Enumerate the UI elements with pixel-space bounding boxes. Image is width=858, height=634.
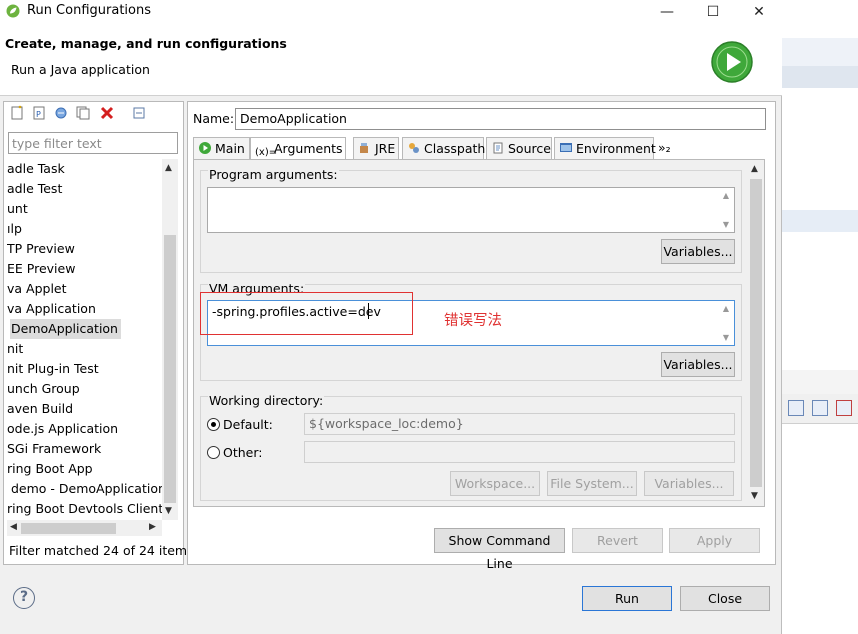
scrollbar-thumb[interactable] <box>750 179 762 487</box>
tree-item-junit[interactable]: nit <box>7 339 23 359</box>
tree-item-j2ee-preview[interactable]: EE Preview <box>7 259 75 279</box>
default-directory-field: ${workspace_loc:demo} <box>304 413 735 435</box>
tree-item-gradle-test[interactable]: adle Test <box>7 179 62 199</box>
tab-overflow[interactable]: »₂ <box>656 137 678 159</box>
run-configurations-dialog: Run Configurations — ☐ ✕ Create, manage,… <box>0 0 782 634</box>
annotation-highlight-box <box>200 292 413 335</box>
main-tab-icon <box>199 142 211 154</box>
tree-item-nodejs-application[interactable]: ode.js Application <box>7 419 118 439</box>
classpath-tab-icon <box>409 143 419 153</box>
program-arguments-textarea[interactable]: ▲ ▼ <box>207 187 735 233</box>
tab-environment[interactable]: Environment <box>554 137 656 159</box>
tab-label: Arguments <box>274 141 343 156</box>
tree-item-osgi-framework[interactable]: SGi Framework <box>7 439 101 459</box>
dialog-header <box>0 24 782 96</box>
tree-item-maven-build[interactable]: aven Build <box>7 399 73 419</box>
close-button[interactable]: Close <box>680 586 770 611</box>
ide-toolbar-icon <box>836 400 852 416</box>
window-title: Run Configurations <box>27 3 151 18</box>
tab-label: Environment <box>576 141 656 156</box>
new-configuration-icon[interactable] <box>9 105 25 121</box>
header-title: Create, manage, and run configurations <box>5 36 287 51</box>
run-play-icon <box>711 41 753 83</box>
program-arguments-label: Program arguments: <box>208 167 339 182</box>
working-dir-variables-button[interactable]: Variables... <box>644 471 734 496</box>
tree-item-http-preview[interactable]: TP Preview <box>7 239 75 259</box>
help-icon[interactable]: ? <box>13 587 35 609</box>
show-command-line-button[interactable]: Show Command Line <box>434 528 565 571</box>
revert-button[interactable]: Revert <box>572 528 663 553</box>
tab-label: Classpath <box>424 141 486 156</box>
scrollbar-thumb[interactable] <box>164 235 176 503</box>
tab-classpath[interactable]: Classpath <box>402 137 486 159</box>
source-tab-icon <box>493 142 503 154</box>
vm-variables-button[interactable]: Variables... <box>661 352 735 377</box>
name-label: Name: <box>193 111 235 126</box>
tab-label: Main <box>215 141 245 156</box>
svg-text:P: P <box>36 110 41 119</box>
workspace-button[interactable]: Workspace... <box>450 471 540 496</box>
working-directory-label: Working directory: <box>208 393 325 408</box>
tab-arguments[interactable]: (x)=Arguments <box>250 137 346 160</box>
tree-item-demo-demoapplication[interactable]: demo - DemoApplication <box>11 479 162 499</box>
collapse-all-icon[interactable] <box>131 105 147 121</box>
run-button[interactable]: Run <box>582 586 672 611</box>
other-radio[interactable] <box>207 446 220 459</box>
title-bar: Run Configurations — ☐ ✕ <box>0 0 782 24</box>
program-variables-button[interactable]: Variables... <box>661 239 735 264</box>
tree-item-java-application[interactable]: va Application <box>7 299 96 319</box>
tree-item-ant[interactable]: unt <box>7 199 28 219</box>
tree-item-spring-boot-devtools-client[interactable]: ring Boot Devtools Client <box>7 499 162 519</box>
filter-status-text: Filter matched 24 of 24 items <box>9 543 194 558</box>
other-directory-field[interactable] <box>304 441 735 463</box>
tree-item-java-applet[interactable]: va Applet <box>7 279 67 299</box>
default-radio-label: Default: <box>223 417 273 432</box>
tree-vertical-scrollbar[interactable]: ▲ ▼ <box>162 159 178 520</box>
tree-item-junit-plugin-test[interactable]: nit Plug-in Test <box>7 359 99 379</box>
close-window-button[interactable]: ✕ <box>744 2 774 22</box>
tree-horizontal-scrollbar[interactable]: ◀ ▶ <box>7 520 162 536</box>
environment-tab-icon <box>560 143 572 152</box>
delete-icon[interactable] <box>99 105 115 121</box>
new-prototype-icon[interactable]: P <box>31 105 47 121</box>
arguments-tab-icon: (x)= <box>255 147 278 158</box>
ide-toolbar-icon <box>812 400 828 416</box>
tab-label: Source <box>508 141 551 156</box>
tab-source[interactable]: Source <box>486 137 552 159</box>
other-radio-label: Other: <box>223 445 263 460</box>
export-icon[interactable] <box>53 105 69 121</box>
tree-item-gradle-task[interactable]: adle Task <box>7 159 65 179</box>
duplicate-icon[interactable] <box>75 105 91 121</box>
default-radio[interactable] <box>207 418 220 431</box>
file-system-button[interactable]: File System... <box>547 471 637 496</box>
filter-input[interactable] <box>8 132 178 154</box>
tab-label: JRE <box>375 141 396 156</box>
background-ide-window <box>782 0 858 634</box>
tree-item-spring-boot-app[interactable]: ring Boot App <box>7 459 93 479</box>
apply-button[interactable]: Apply <box>669 528 760 553</box>
jre-tab-icon <box>360 143 368 153</box>
name-input[interactable]: DemoApplication <box>235 108 766 130</box>
header-subtitle: Run a Java application <box>11 62 150 77</box>
spring-leaf-icon <box>6 4 20 18</box>
tree-item-help[interactable]: ılp <box>7 219 22 239</box>
configuration-tree: adle Task adle Test unt ılp TP Preview E… <box>7 159 162 519</box>
tab-jre[interactable]: JRE <box>353 137 399 159</box>
tab-content-scrollbar[interactable]: ▲ ▼ <box>748 161 764 505</box>
tree-item-launch-group[interactable]: unch Group <box>7 379 80 399</box>
maximize-button[interactable]: ☐ <box>698 2 728 22</box>
annotation-wrong-usage: 错误写法 <box>444 313 502 329</box>
tree-item-demoapplication[interactable]: DemoApplication <box>10 319 121 339</box>
scrollbar-thumb[interactable] <box>21 523 116 534</box>
ide-toolbar-icon <box>788 400 804 416</box>
minimize-button[interactable]: — <box>652 2 682 22</box>
tab-main[interactable]: Main <box>193 137 250 159</box>
